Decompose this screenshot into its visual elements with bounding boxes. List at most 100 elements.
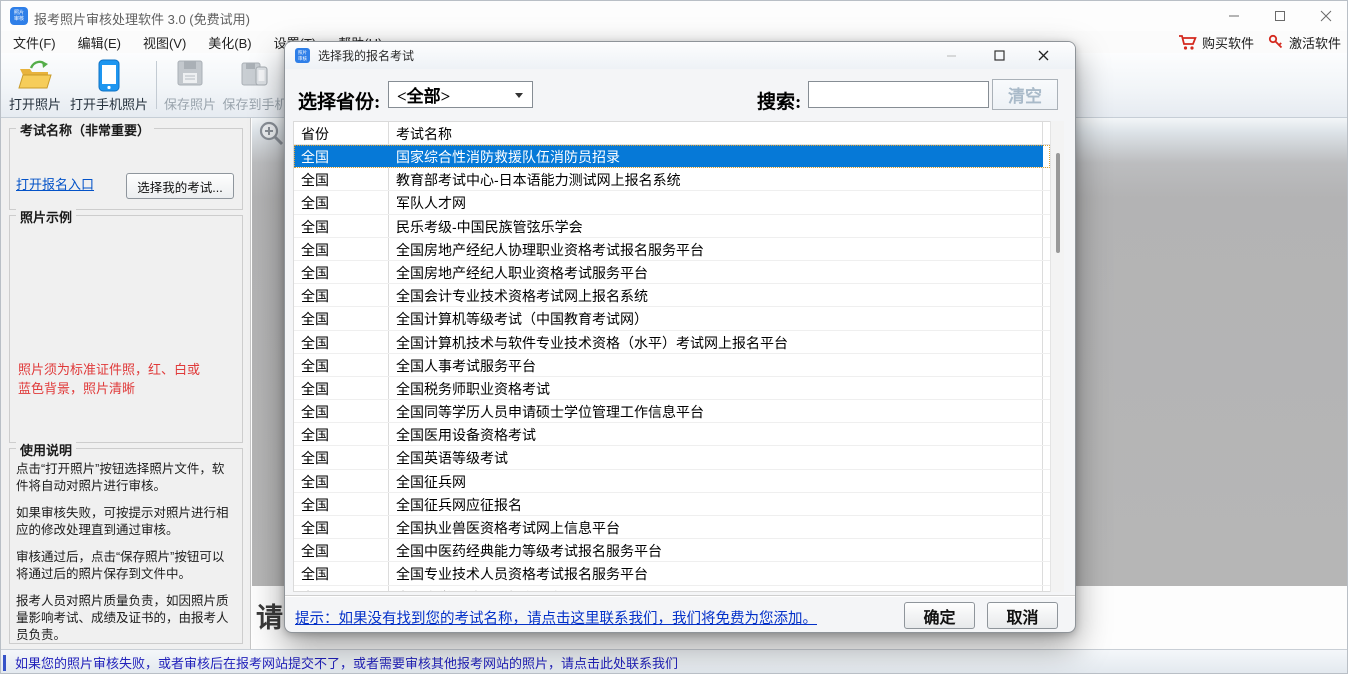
exam-row[interactable]: 全国 教育部考试中心-日本语能力测试网上报名系统 [294,168,1050,192]
dialog-titlebar: 照片 审核 选择我的报名考试 [285,42,1075,69]
dialog-scrollbar[interactable] [1050,121,1064,592]
menu-item[interactable]: 美化(B) [197,31,262,54]
exam-row[interactable]: 全国全国自学考试网上报名平台 [294,585,1050,591]
province-dropdown[interactable]: <全部> [388,81,533,108]
exam-row-name: 全国税务师职业资格考试 [389,376,1043,400]
exam-row[interactable]: 全国 全国同等学历人员申请硕士学位管理工作信息平台 [294,400,1050,424]
zoom-in-button[interactable] [258,120,285,147]
choose-exam-button[interactable]: 选择我的考试... [126,173,234,199]
exam-row[interactable]: 全国 全国专业技术人员资格考试报名服务平台 [294,562,1050,586]
exam-row-province: 全国 [294,168,389,191]
photo-example-group: 照片示例 照片须为标准证件照，红、白或 蓝色背景，照片清晰 [9,207,243,443]
exam-row[interactable]: 全国 全国房地产经纪人职业资格考试服务平台 [294,260,1050,285]
close-icon [1320,10,1332,22]
usage-paragraph: 点击“打开照片”按钮选择照片文件，软件将自动对照片进行审核。 [16,462,225,493]
exam-row-province: 全国 [294,330,389,353]
exam-table: 省份 考试名称 全国 国家综合性消防救援队伍消防员招录 全国 教育部考试中心-日本语能… [293,121,1050,592]
exam-row-province: 全国 [294,284,389,307]
search-label: 搜索: [757,92,802,113]
open-phone-photo-button[interactable]: 打开手机照片 [67,56,151,115]
chevron-down-icon [515,93,523,98]
save-photo-icon [177,60,203,86]
open-photo-button[interactable]: 打开照片 [5,56,65,115]
province-label: 选择省份: [298,92,381,113]
exam-row-name: 全国自学考试网上报名平台 [389,585,1043,591]
exam-row[interactable]: 全国 国家综合性消防救援队伍消防员招录 [294,145,1050,169]
exam-row[interactable]: 全国 全国征兵网应征报名 [294,492,1050,516]
exam-row[interactable]: 全国 民乐考级-中国民族管弦乐学会 [294,214,1050,238]
save-photo-button[interactable]: 保存照片 [162,56,218,115]
exam-row[interactable]: 全国 全国会计专业技术资格考试网上报名系统 [294,284,1050,308]
window-title: 报考照片审核处理软件 3.0 (免费试用) [34,12,250,27]
clear-button[interactable]: 清空 [992,79,1058,110]
activate-software-label: 激活软件 [1288,35,1341,51]
cancel-button[interactable]: 取消 [987,602,1058,629]
save-to-phone-button[interactable]: 保存到手机 [222,56,288,115]
exam-row-name: 全国征兵网应征报名 [389,492,1043,515]
open-photo-folder-icon [18,60,52,89]
exam-row-name: 全国人事考试服务平台 [389,353,1043,376]
exam-row-province: 全国 [294,353,389,376]
status-accent [3,654,6,671]
maximize-icon [1275,11,1285,21]
status-contact-link[interactable]: 如果您的照片审核失败，或者审核后在报考网站提交不了，或者需要审核其他报考网站的照… [15,653,678,672]
exam-row-name: 全国执业兽医资格考试网上信息平台 [389,516,1043,539]
exam-row-province: 全国 [294,400,389,423]
open-phone-photo-icon [98,59,120,92]
exam-row[interactable]: 全国 全国医用设备资格考试 [294,423,1050,447]
exam-row-province: 全国 [294,516,389,539]
activate-software-button[interactable]: 激活软件 [1268,33,1341,52]
exam-row[interactable]: 全国 全国中医药经典能力等级考试报名服务平台 [294,539,1050,563]
open-entry-link[interactable]: 打开报名入口 [16,174,94,193]
menu-item[interactable]: 文件(F) [2,31,67,54]
exam-row-name: 全国中医药经典能力等级考试报名服务平台 [389,539,1043,562]
exam-row-province: 全国 [294,307,389,330]
usage-paragraph: 报考人员对照片质量负责，如因照片质量影响考试、成绩及证书的，由报考人员负责。 [16,594,229,642]
dialog-minimize-button[interactable] [931,42,971,68]
key-icon [1268,34,1283,49]
buy-software-button[interactable]: 购买软件 [1178,33,1254,52]
save-to-phone-icon [241,62,268,86]
exam-row[interactable]: 全国 全国英语等级考试 [294,446,1050,470]
close-button[interactable] [1303,1,1347,31]
exam-row[interactable]: 全国 全国房地产经纪人协理职业资格考试报名服务平台 [294,237,1050,261]
photo-requirement-note: 照片须为标准证件照，红、白或 蓝色背景，照片清晰 [18,362,201,396]
exam-row[interactable]: 全国 全国计算机技术与软件专业技术资格（水平）考试网上报名平台 [294,330,1050,354]
dialog-maximize-icon [993,49,1005,61]
exam-row-name: 全国计算机技术与软件专业技术资格（水平）考试网上报名平台 [389,330,1043,353]
exam-row-province: 全国 [294,237,389,260]
dialog-bottom-bar: 提示：如果没有找到您的考试名称，请点击这里联系我们，我们将免费为您添加。 确定 … [285,595,1075,632]
dialog-close-icon [1038,50,1048,60]
dialog-minimize-icon [946,55,956,56]
exam-row-province: 全国 [294,214,389,237]
exam-row-name: 教育部考试中心-日本语能力测试网上报名系统 [389,168,1043,191]
select-exam-dialog: 照片审核 选择我的报名考试 选择省份: <全部> 搜索: 清空 省份 考试名称 [284,41,1076,633]
minimize-button[interactable] [1211,1,1257,31]
menu-item[interactable]: 编辑(E) [67,31,132,54]
exam-row[interactable]: 全国 全国计算机等级考试（中国教育考试网） [294,307,1050,331]
dialog-close-button[interactable] [1023,42,1063,68]
minimize-icon [1229,15,1239,17]
usage-paragraph: 如果审核失败，可按提示对照片进行相应的修改处理直到通过审核。 [16,506,229,537]
exam-row[interactable]: 全国 全国征兵网 [294,469,1050,493]
exam-row-province: 全国 [294,585,389,591]
search-input[interactable] [808,81,989,108]
dialog-maximize-button[interactable] [979,42,1019,68]
exam-row-province: 全国 [294,260,389,284]
main-window: 照片 审核 报考照片审核处理软件 3.0 (免费试用) 文件(F) 编辑(E) 视图(… [0,0,1348,674]
maximize-button[interactable] [1257,1,1303,31]
exam-row-name: 民乐考级-中国民族管弦乐学会 [389,214,1043,237]
exam-row[interactable]: 全国 军队人才网 [294,191,1050,215]
exam-row[interactable]: 全国 全国税务师职业资格考试 [294,376,1050,401]
exam-group-title: 考试名称（非常重要） [16,120,155,139]
exam-table-body: 全国 国家综合性消防救援队伍消防员招录 全国 教育部考试中心-日本语能力测试网上报名系… [294,145,1050,591]
scrollbar-thumb[interactable] [1056,153,1060,253]
exam-row[interactable]: 全国 全国人事考试服务平台 [294,353,1050,377]
exam-row-name: 全国计算机等级考试（中国教育考试网） [389,307,1043,330]
photo-example-title: 照片示例 [16,207,77,226]
tip-contact-link[interactable]: 提示：如果没有找到您的考试名称，请点击这里联系我们，我们将免费为您添加。 [295,607,817,628]
menu-item[interactable]: 视图(V) [132,31,197,54]
exam-row-province: 全国 [294,562,389,585]
exam-row[interactable]: 全国 全国执业兽医资格考试网上信息平台 [294,516,1050,540]
ok-button[interactable]: 确定 [904,602,975,629]
